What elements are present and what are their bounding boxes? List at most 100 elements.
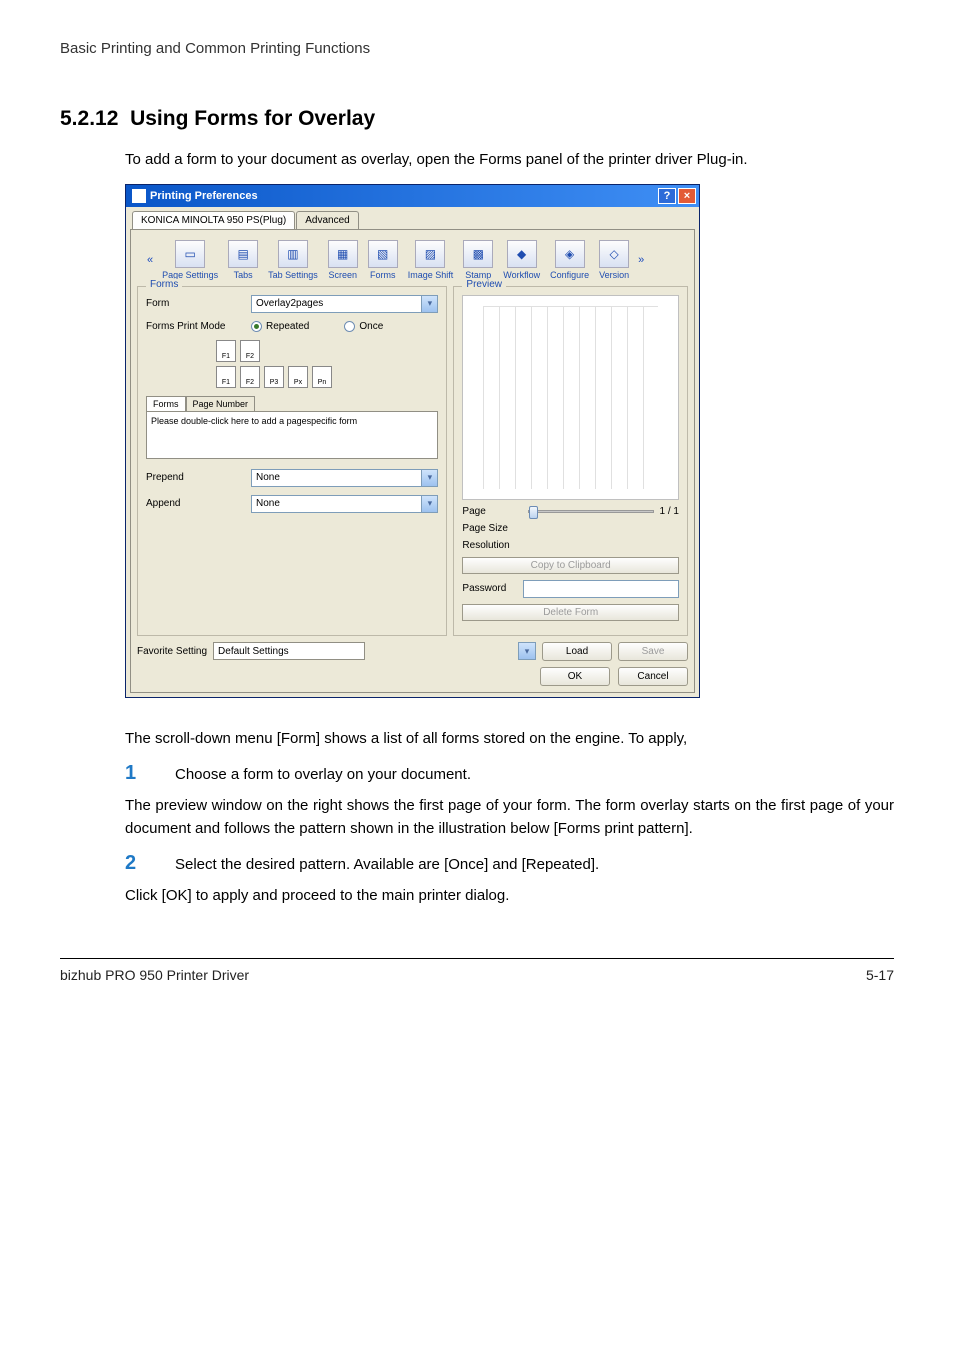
inner-tab-page-number[interactable]: Page Number — [186, 396, 256, 411]
step-text: Choose a form to overlay on your documen… — [175, 766, 894, 783]
printing-preferences-dialog: Printing Preferences ? × KONICA MINOLTA … — [125, 184, 700, 698]
password-label: Password — [462, 583, 517, 594]
form-select[interactable]: Overlay2pages ▾ — [251, 295, 438, 313]
page-settings-icon: ▭ — [175, 240, 205, 268]
pattern-page: Px — [288, 366, 308, 388]
tool-label: Image Shift — [408, 270, 454, 280]
copy-to-clipboard-button[interactable]: Copy to Clipboard — [462, 557, 679, 574]
page-header: Basic Printing and Common Printing Funct… — [60, 40, 894, 57]
tool-image-shift[interactable]: ▨ Image Shift — [403, 240, 459, 280]
delete-form-button[interactable]: Delete Form — [462, 604, 679, 621]
tool-forms[interactable]: ▧Forms — [363, 240, 403, 280]
pattern-page: F1 — [216, 366, 236, 388]
append-value: None — [256, 498, 280, 509]
configure-icon: ◈ — [555, 240, 585, 268]
favorite-select[interactable]: Default Settings — [213, 642, 364, 660]
image-shift-icon: ▨ — [415, 240, 445, 268]
append-select[interactable]: None ▾ — [251, 495, 438, 513]
tab-settings-icon: ▥ — [278, 240, 308, 268]
footer-rule — [60, 958, 894, 959]
radio-dot-icon — [344, 321, 355, 332]
toolbar-left-arrow[interactable]: « — [143, 254, 157, 266]
page-label: Page — [462, 506, 522, 517]
page-counter: 1 / 1 — [660, 506, 679, 517]
intro-paragraph: To add a form to your document as overla… — [125, 149, 894, 172]
step-number: 1 — [125, 762, 175, 785]
favorite-label: Favorite Setting — [137, 646, 207, 657]
screen-icon: ▦ — [328, 240, 358, 268]
radio-label: Repeated — [266, 321, 309, 332]
radio-label: Once — [359, 321, 383, 332]
footer-right: 5-17 — [866, 967, 894, 983]
tool-stamp[interactable]: ▩Stamp — [458, 240, 498, 280]
pattern-illustration: F1 F2 F1 F2 P3 Px Pn — [216, 340, 438, 388]
radio-repeated[interactable]: Repeated — [251, 321, 309, 332]
forms-fieldset: Forms Form Overlay2pages ▾ Forms Print M… — [137, 286, 447, 636]
password-input[interactable] — [523, 580, 679, 598]
chevron-down-icon: ▾ — [421, 470, 437, 486]
tool-version[interactable]: ◇ Version — [594, 240, 634, 280]
preview-canvas — [462, 295, 679, 500]
tool-tab-settings[interactable]: ▥ Tab Settings — [263, 240, 323, 280]
append-label: Append — [146, 498, 251, 509]
tool-page-settings[interactable]: ▭Page Settings — [157, 240, 223, 280]
favorite-dropdown-button[interactable]: ▾ — [518, 642, 536, 660]
preview-grid — [483, 306, 658, 489]
footer-left: bizhub PRO 950 Printer Driver — [60, 967, 249, 983]
window-titlebar: Printing Preferences ? × — [126, 185, 699, 207]
tool-tabs[interactable]: ▤Tabs — [223, 240, 263, 280]
page-slider[interactable] — [528, 510, 653, 513]
favorite-value: Default Settings — [218, 646, 289, 657]
pattern-page: F2 — [240, 340, 260, 362]
tab-plugin[interactable]: KONICA MINOLTA 950 PS(Plug) — [132, 211, 295, 229]
paragraph-preview: The preview window on the right shows th… — [125, 795, 894, 840]
prepend-label: Prepend — [146, 472, 251, 483]
paragraph-ok: Click [OK] to apply and proceed to the m… — [125, 885, 894, 908]
save-button[interactable]: Save — [618, 642, 688, 661]
step-2: 2 Select the desired pattern. Available … — [125, 852, 894, 875]
toolbar-right-arrow[interactable]: » — [634, 254, 648, 266]
tool-label: Configure — [550, 270, 589, 280]
pagespecific-form-list[interactable]: Please double-click here to add a pagesp… — [146, 411, 438, 459]
tab-advanced[interactable]: Advanced — [296, 211, 358, 229]
preview-legend: Preview — [462, 279, 506, 290]
dialog-screenshot: Printing Preferences ? × KONICA MINOLTA … — [125, 184, 894, 698]
close-button[interactable]: × — [678, 188, 696, 204]
forms-legend: Forms — [146, 279, 182, 290]
step-number: 2 — [125, 852, 175, 875]
form-select-value: Overlay2pages — [256, 298, 323, 309]
workflow-icon: ◆ — [507, 240, 537, 268]
window-icon — [132, 189, 146, 203]
form-label: Form — [146, 298, 251, 309]
tool-label: Version — [599, 270, 629, 280]
radio-dot-icon — [251, 321, 262, 332]
radio-once[interactable]: Once — [344, 321, 383, 332]
version-icon: ◇ — [599, 240, 629, 268]
tool-screen[interactable]: ▦Screen — [323, 240, 363, 280]
ok-button[interactable]: OK — [540, 667, 610, 686]
tool-workflow[interactable]: ◆ Workflow — [498, 240, 545, 280]
load-button[interactable]: Load — [542, 642, 612, 661]
main-tab-row: KONICA MINOLTA 950 PS(Plug) Advanced — [126, 207, 699, 229]
favorite-row: Favorite Setting Default Settings ▾ Load… — [137, 642, 688, 661]
cancel-button[interactable]: Cancel — [618, 667, 688, 686]
tool-label: Tab Settings — [268, 270, 318, 280]
tool-label: Workflow — [503, 270, 540, 280]
paragraph-after-screenshot: The scroll-down menu [Form] shows a list… — [125, 728, 894, 751]
help-button[interactable]: ? — [658, 188, 676, 204]
section-number: 5.2.12 — [60, 107, 118, 130]
forms-icon: ▧ — [368, 240, 398, 268]
pattern-page: F1 — [216, 340, 236, 362]
tool-configure[interactable]: ◈ Configure — [545, 240, 594, 280]
prepend-select[interactable]: None ▾ — [251, 469, 438, 487]
page-footer: bizhub PRO 950 Printer Driver 5-17 — [60, 967, 894, 983]
pattern-page: F2 — [240, 366, 260, 388]
pagesize-label: Page Size — [462, 523, 522, 534]
toolbar: « ▭Page Settings ▤Tabs ▥ Tab Settings ▦Sc… — [137, 236, 688, 286]
slider-thumb-icon — [529, 506, 538, 519]
print-mode-group: Repeated Once — [251, 321, 383, 332]
inner-tab-row: Forms Page Number — [146, 396, 438, 411]
section-title: Using Forms for Overlay — [130, 107, 375, 130]
dialog-body: « ▭Page Settings ▤Tabs ▥ Tab Settings ▦Sc… — [130, 229, 695, 693]
inner-tab-forms[interactable]: Forms — [146, 396, 186, 411]
